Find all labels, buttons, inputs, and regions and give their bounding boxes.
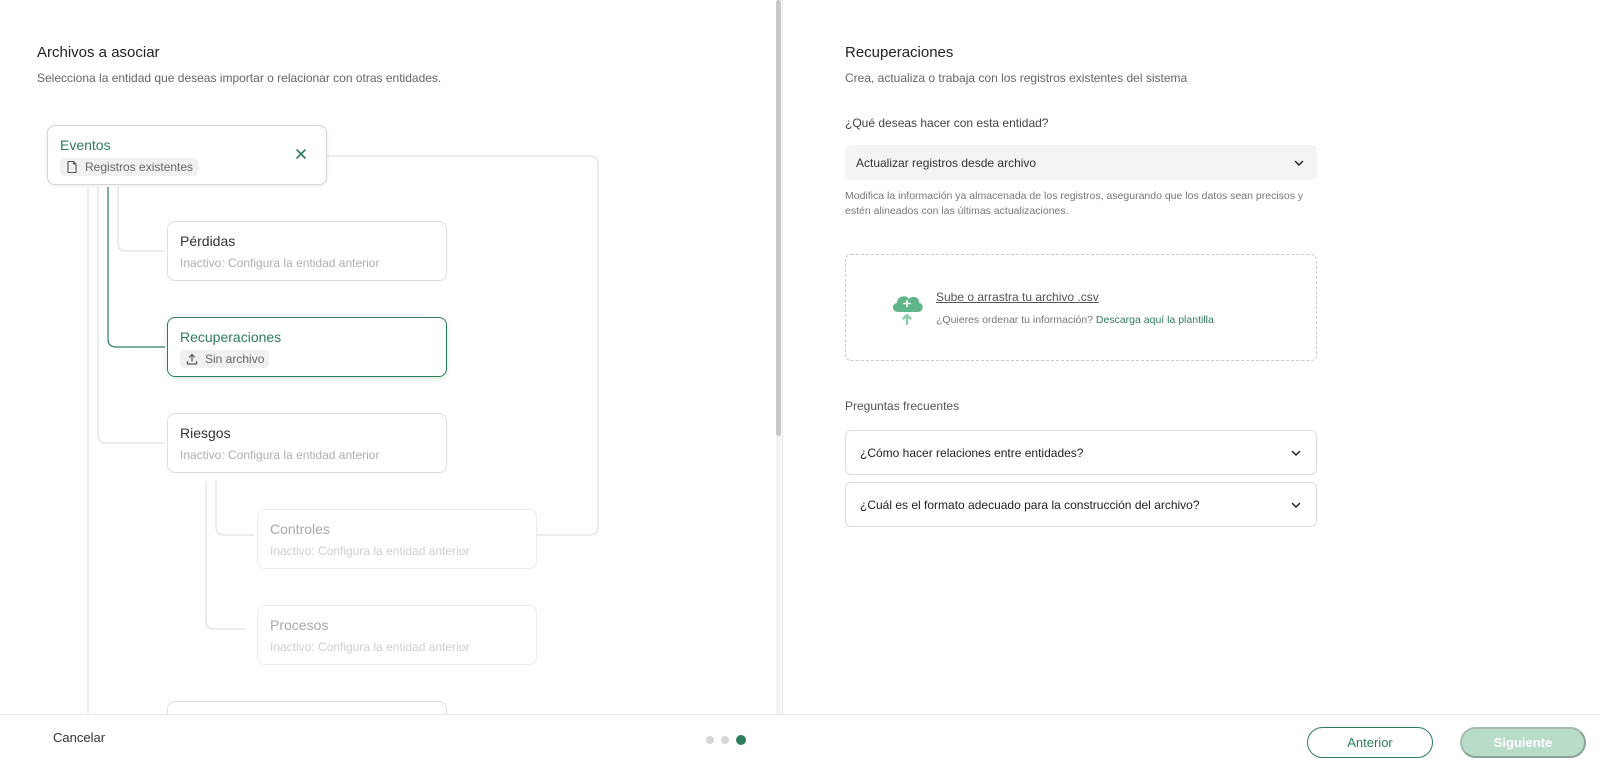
chip-label: Sin archivo [205,352,265,366]
entity-subtitle: Crea, actualiza o trabaja con los regist… [845,71,1188,85]
entity-node-riesgos[interactable]: Riesgos Inactivo: Configura la entidad a… [167,413,447,473]
entity-node-perdidas[interactable]: Pérdidas Inactivo: Configura la entidad … [167,221,447,281]
entity-tree-panel: Archivos a asociar Selecciona la entidad… [0,0,776,714]
entity-config-panel: Recuperaciones Crea, actualiza o trabaja… [845,0,1317,714]
file-status-chip: Sin archivo [180,350,270,368]
upload-file-link[interactable]: Sube o arrastra tu archivo .csv [936,290,1099,304]
cancel-button[interactable]: Cancelar [53,730,105,745]
select-value: Actualizar registros desde archivo [856,155,1037,170]
node-status: Inactivo: Configura la entidad anterior [270,640,470,654]
step-dot [721,736,729,744]
file-dropzone[interactable]: Sube o arrastra tu archivo .csv ¿Quieres… [845,254,1317,361]
step-dot-current [736,735,746,745]
step-dot [706,736,714,744]
node-title: Procesos [270,617,329,633]
wizard-footer: Cancelar Anterior Siguiente [0,714,1600,762]
entity-node-recuperaciones[interactable]: Recuperaciones Sin archivo [167,317,447,377]
close-icon[interactable] [294,147,308,161]
node-title: Eventos [60,137,111,153]
entity-node-controles: Controles Inactivo: Configura la entidad… [257,509,537,569]
previous-button[interactable]: Anterior [1307,727,1433,758]
entity-node-partial[interactable] [167,701,447,714]
chevron-down-icon [1294,160,1304,166]
node-status: Inactivo: Configura la entidad anterior [180,448,380,462]
template-hint: ¿Quieres ordenar tu información? Descarg… [936,314,1214,326]
action-description: Modifica la información ya almacenada de… [845,190,1304,217]
cloud-upload-icon [892,296,923,326]
entity-node-procesos: Procesos Inactivo: Configura la entidad … [257,605,537,665]
node-status: Inactivo: Configura la entidad anterior [180,256,380,270]
faq-title: Preguntas frecuentes [845,399,960,413]
node-title: Recuperaciones [180,329,282,345]
panel-title: Archivos a asociar [37,44,160,61]
faq-question: ¿Cómo hacer relaciones entre entidades? [860,445,1084,460]
step-indicator [706,735,746,745]
node-status: Inactivo: Configura la entidad anterior [270,544,470,558]
chevron-down-icon [1291,450,1301,456]
action-question: ¿Qué deseas hacer con esta entidad? [845,116,1049,130]
panel-subtitle: Selecciona la entidad que deseas importa… [37,71,442,85]
action-select[interactable]: Actualizar registros desde archivo [845,145,1317,180]
file-status-chip: Registros existentes [60,158,199,176]
faq-item[interactable]: ¿Cuál es el formato adecuado para la con… [845,482,1317,527]
entity-node-eventos[interactable]: Eventos Registros existentes [47,125,327,185]
chip-label: Registros existentes [85,160,194,174]
faq-question: ¿Cuál es el formato adecuado para la con… [860,497,1200,512]
file-icon [67,160,77,174]
panel-divider [782,0,783,714]
entity-title: Recuperaciones [845,44,954,61]
faq-item[interactable]: ¿Cómo hacer relaciones entre entidades? [845,430,1317,475]
template-hint-text: ¿Quieres ordenar tu información? [936,314,1093,326]
next-button: Siguiente [1460,727,1586,758]
download-template-link[interactable]: Descarga aquí la plantilla [1096,314,1214,326]
chevron-down-icon [1291,502,1301,508]
node-title: Controles [270,521,330,537]
node-title: Riesgos [180,425,231,441]
scrollbar-thumb[interactable] [776,0,781,436]
upload-icon [186,353,198,365]
node-title: Pérdidas [180,233,236,249]
